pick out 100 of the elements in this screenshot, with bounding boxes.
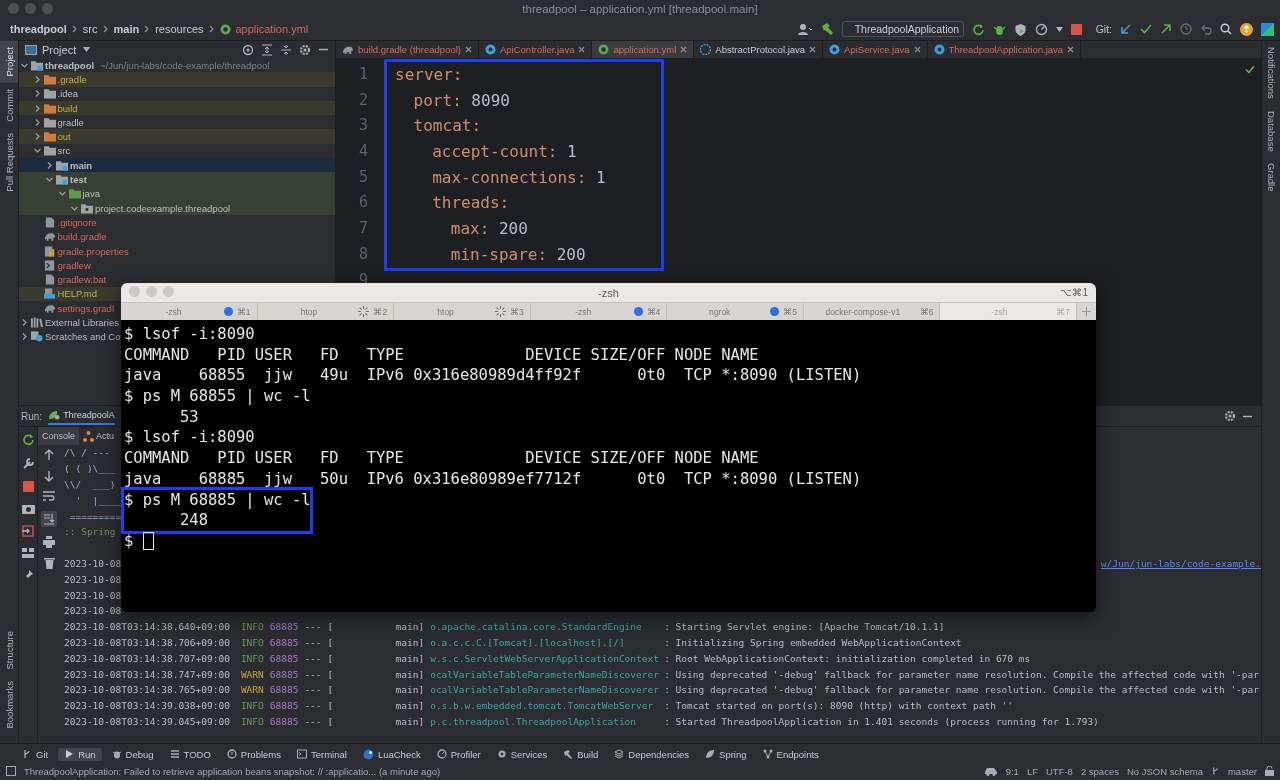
prompt: $	[124, 530, 134, 552]
line-number: 3	[358, 115, 368, 137]
log-separator: ---	[304, 700, 322, 712]
terminal-line: COMMAND PID USER FD TYPE DEVICE SIZE/OFF NODE NAME	[124, 448, 759, 469]
tree-item-label: settings.gradl	[57, 302, 114, 314]
tree-item-label: main	[70, 159, 93, 171]
tree-item-label: gradlew	[57, 259, 91, 271]
yaml-key: port:	[413, 90, 462, 110]
yaml-key: threads:	[432, 193, 510, 213]
banner-line: ' |____	[74, 494, 122, 506]
terminal-line: $ lsof -i:8090	[124, 427, 255, 449]
log-thread: main]	[395, 621, 425, 633]
tab-shortcut: ⌘6	[919, 306, 934, 317]
tree-item-label: build.gradle	[57, 231, 107, 243]
tree-item-label: .gitignore	[57, 216, 97, 228]
log-pid: 68885	[269, 621, 299, 633]
log-level: INFO	[240, 652, 264, 664]
tab-shortcut: ⌘7	[1056, 306, 1071, 317]
line-number: 5	[358, 166, 368, 188]
line-number: 8	[358, 243, 368, 265]
banner-line: /\ / ---	[64, 447, 110, 459]
tree-item-label: .gradle	[57, 73, 87, 85]
log-pid: 68885	[269, 715, 299, 727]
log-time: 2023-10-08	[64, 605, 122, 617]
git-label: Git:	[1095, 23, 1112, 35]
log-level: INFO	[240, 715, 264, 727]
tab-title: docker-compose-v1	[825, 306, 901, 317]
yaml-key: tomcat:	[413, 116, 482, 136]
log-logger: ocalVariableTableParameterNameDiscoverer	[430, 668, 660, 680]
terminal-line: java 68885 jjw 50u IPv6 0x316e80989ef7712f 0t0 TCP *:8090 (LISTEN)	[124, 468, 862, 490]
log-thread: main]	[395, 668, 425, 680]
log-logger: o.a.c.c.C.[Tomcat].[localhost].[/]	[430, 636, 626, 648]
log-logger: p.c.threadpool.ThreadpoolApplication	[430, 715, 638, 727]
tab-title: -zsh	[165, 306, 182, 317]
log-message: : Root WebApplicationContext: initialization completed in 670 ms	[664, 652, 1031, 664]
log-separator: ---	[304, 636, 322, 648]
log-bracket: [	[327, 621, 335, 633]
log-thread: main]	[395, 684, 425, 696]
banner-line: =========	[68, 510, 122, 522]
log-pid: 68885	[269, 700, 299, 712]
line-number: 6	[358, 192, 368, 214]
log-thread: main]	[395, 652, 425, 664]
log-level: INFO	[240, 700, 264, 712]
line-number: 4	[358, 141, 368, 163]
line-number: 2	[358, 89, 368, 111]
yaml-value: 200	[556, 244, 586, 264]
terminal-line: 53	[179, 406, 199, 428]
tree-item-label: java	[82, 188, 100, 200]
line-number: 1	[358, 64, 368, 85]
tab-shortcut: ⌘1	[236, 306, 251, 317]
log-bracket: [	[327, 715, 335, 727]
window-title: threadpool – application.yml [threadpool.main]	[522, 3, 758, 15]
log-thread: main]	[395, 715, 425, 727]
yaml-value: 1	[595, 167, 606, 187]
path-hint: ~/Jun/jun-labs/code-example/threadpool	[100, 59, 270, 71]
yaml-value: 8090	[471, 90, 510, 110]
log-logger: o.s.b.w.embedded.tomcat.TomcatWebServer	[430, 700, 655, 712]
terminal-line: 248	[179, 510, 208, 531]
log-bracket: [	[327, 668, 335, 680]
yaml-key: accept-count:	[432, 142, 558, 162]
log-separator: ---	[304, 715, 322, 727]
log-time: 2023-10-08T03:14:38.707+09:00	[64, 652, 230, 664]
log-logger: o.apache.catalina.core.StandardEngine	[430, 621, 643, 633]
banner-line: ( ( )\___	[64, 463, 116, 475]
log-level: WARN	[240, 668, 264, 680]
tree-item-label: gradle.properties	[57, 245, 129, 257]
log-level: INFO	[240, 621, 264, 633]
tab-shortcut: ⌘5	[783, 306, 797, 317]
log-separator: ---	[304, 684, 322, 696]
tab-shortcut: ⌘2	[373, 306, 388, 317]
log-time: 2023-10-08	[64, 573, 122, 585]
log-logger: w.s.c.ServletWebServerApplicationContext	[430, 652, 660, 664]
log-separator: ---	[304, 621, 322, 633]
yaml-key: server:	[395, 65, 463, 84]
banner-line: \\/ ___)	[64, 479, 116, 490]
tree-item-label: project.codeexample.threadpool	[95, 202, 231, 214]
tree-item-label: threadpool	[45, 59, 95, 71]
tree-item-label: Scratches and Co	[45, 331, 121, 343]
log-time: 2023-10-08	[64, 589, 122, 601]
log-pid: 68885	[269, 636, 299, 648]
log-bracket: [	[327, 700, 335, 712]
log-bracket: [	[327, 636, 335, 648]
yaml-key: max-connections:	[432, 167, 587, 187]
terminal-line: COMMAND PID USER FD TYPE DEVICE SIZE/OFF NODE NAME	[124, 344, 759, 366]
log-pid: 68885	[269, 652, 299, 664]
log-time: 2023-10-08T03:14:38.640+09:00	[64, 621, 230, 633]
line-number: 7	[358, 218, 368, 240]
log-message: : Started ThreadpoolApplication in 1.401 seconds (process running for 1.793)	[664, 715, 1099, 727]
tree-item-label: gradlew.bat	[57, 274, 107, 286]
tree-item-label: External Libraries	[45, 317, 119, 328]
banner-line: :: Spring	[64, 526, 116, 538]
yaml-key: max:	[450, 219, 490, 239]
tree-item-label: test	[70, 174, 87, 185]
log-time: 2023-10-08T03:14:39.045+09:00	[64, 715, 230, 727]
log-bracket: [	[327, 652, 335, 664]
terminal-line: java 68855 jjw 49u IPv6 0x316e80989d4ff92f 0t0 TCP *:8090 (LISTEN)	[124, 365, 862, 387]
log-level: INFO	[240, 636, 264, 648]
log-separator: ---	[304, 652, 322, 664]
yaml-value: 1	[567, 142, 577, 162]
yaml-key: min-spare:	[450, 244, 548, 264]
